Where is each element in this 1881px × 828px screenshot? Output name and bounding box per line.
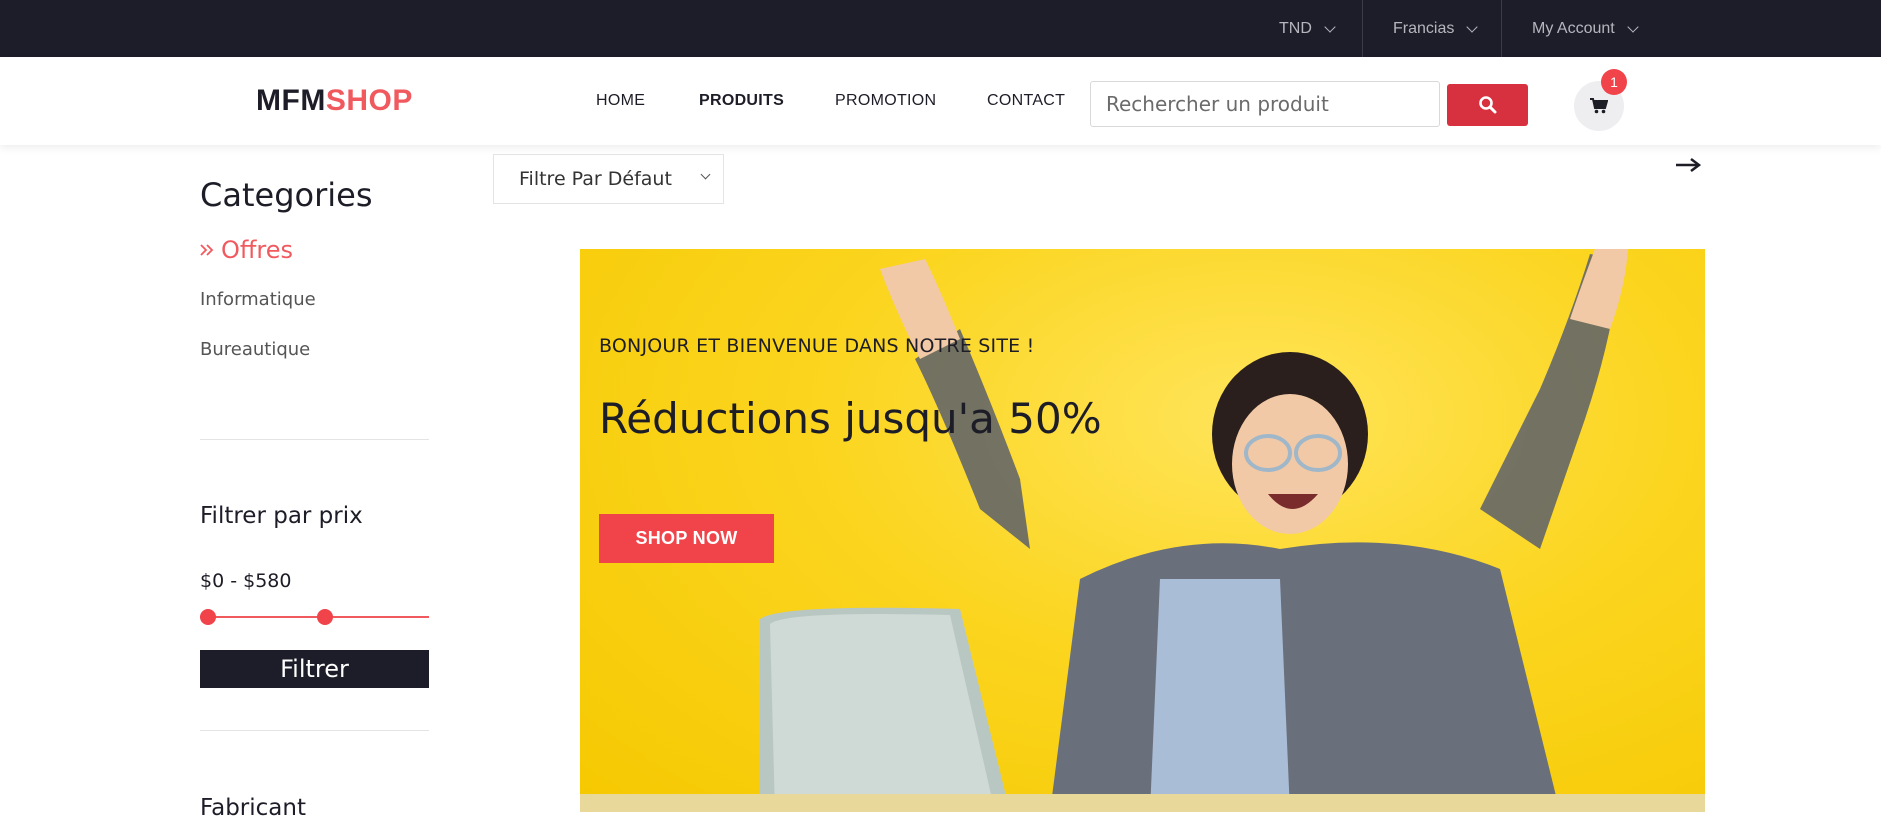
nav-home[interactable]: HOME: [596, 92, 645, 110]
chevron-down-icon: [1627, 20, 1639, 33]
categories-title: Categories: [200, 176, 373, 214]
category-bureautique[interactable]: Bureautique: [200, 339, 310, 360]
cart-count-badge: 1: [1601, 69, 1627, 95]
divider: [1362, 0, 1363, 57]
hero-banner: BONJOUR ET BIENVENUE DANS NOTRE SITE ! R…: [580, 249, 1705, 812]
chevron-down-icon: [700, 169, 711, 180]
search-icon: [1478, 96, 1496, 114]
currency-dropdown[interactable]: TND: [1279, 0, 1336, 57]
arrow-right-icon[interactable]: [1675, 156, 1701, 174]
site-logo[interactable]: MFMSHOP: [256, 84, 413, 118]
cart-icon: [1590, 98, 1608, 114]
shop-now-button[interactable]: SHOP NOW: [599, 514, 774, 563]
chevron-down-icon: [1466, 20, 1479, 33]
logo-text-1: MFM: [256, 84, 326, 117]
manufacturer-title: Fabricant: [200, 795, 306, 821]
category-offres-label: Offres: [221, 236, 294, 264]
price-filter-title: Filtrer par prix: [200, 503, 363, 529]
search-button[interactable]: [1447, 84, 1528, 126]
nav-promotion[interactable]: PROMOTION: [835, 92, 936, 110]
divider: [200, 439, 429, 440]
top-bar: TND Francias My Account: [0, 0, 1881, 57]
slider-max-handle[interactable]: [317, 609, 334, 625]
slider-min-handle[interactable]: [200, 609, 216, 625]
hero-headline: Réductions jusqu'a 50%: [599, 394, 1102, 443]
account-dropdown[interactable]: My Account: [1532, 0, 1639, 57]
search-input[interactable]: [1090, 81, 1440, 127]
slider-track: [200, 616, 429, 618]
nav-contact[interactable]: CONTACT: [987, 92, 1065, 110]
divider: [200, 730, 429, 731]
currency-label: TND: [1279, 19, 1312, 37]
divider: [1501, 0, 1502, 57]
main-header: MFMSHOP HOME PRODUITS PROMOTION CONTACT …: [0, 57, 1881, 145]
sort-selected-label: Filtre Par Défaut: [519, 168, 672, 190]
sort-select[interactable]: Filtre Par Défaut: [493, 154, 724, 204]
filter-button[interactable]: Filtrer: [200, 650, 429, 688]
chevron-down-icon: [1324, 20, 1336, 33]
account-label: My Account: [1532, 19, 1615, 37]
category-informatique[interactable]: Informatique: [200, 289, 316, 310]
price-range-label: $0 - $580: [200, 570, 292, 592]
category-offres[interactable]: Offres: [199, 236, 293, 264]
nav-produits[interactable]: PRODUITS: [699, 92, 784, 110]
double-chevron-right-icon: [200, 244, 214, 256]
hero-subtitle: BONJOUR ET BIENVENUE DANS NOTRE SITE !: [599, 335, 1035, 357]
price-slider[interactable]: [200, 608, 429, 626]
language-label: Francias: [1393, 19, 1455, 37]
language-dropdown[interactable]: Francias: [1393, 0, 1479, 57]
logo-text-2: SHOP: [325, 84, 413, 117]
